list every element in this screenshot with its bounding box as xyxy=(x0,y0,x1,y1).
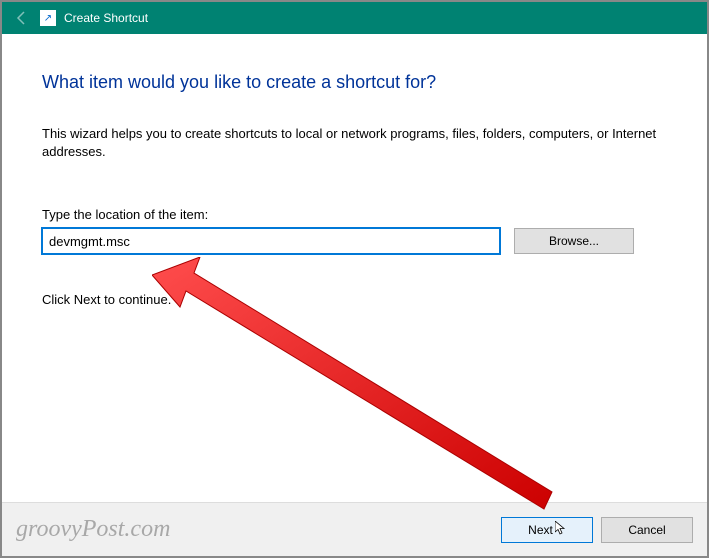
location-input[interactable] xyxy=(42,228,500,254)
shortcut-app-icon xyxy=(40,10,56,26)
wizard-description: This wizard helps you to create shortcut… xyxy=(42,125,667,161)
cancel-button[interactable]: Cancel xyxy=(601,517,693,543)
next-button[interactable]: Next xyxy=(501,517,593,543)
wizard-content: What item would you like to create a sho… xyxy=(2,34,707,307)
window-title: Create Shortcut xyxy=(64,11,148,25)
cursor-icon xyxy=(555,521,566,538)
window-titlebar: Create Shortcut xyxy=(2,2,707,34)
back-arrow-icon xyxy=(10,6,34,30)
location-field-label: Type the location of the item: xyxy=(42,207,667,222)
browse-button[interactable]: Browse... xyxy=(514,228,634,254)
page-heading: What item would you like to create a sho… xyxy=(42,72,667,93)
next-button-label: Next xyxy=(528,523,553,537)
continue-instruction: Click Next to continue. xyxy=(42,292,667,307)
watermark-text: groovyPost.com xyxy=(16,516,170,543)
wizard-bottombar: groovyPost.com Next Cancel xyxy=(2,502,707,556)
input-row: Browse... xyxy=(42,228,667,254)
